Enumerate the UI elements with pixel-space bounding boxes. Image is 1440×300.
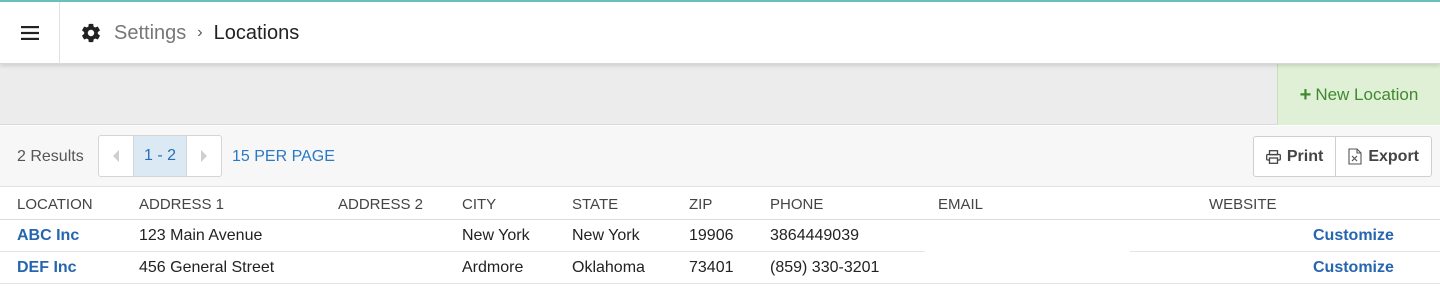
locations-table: LOCATION ADDRESS 1 ADDRESS 2 CITY STATE … [0, 188, 1440, 284]
hamburger-icon [20, 26, 39, 40]
column-header[interactable]: WEBSITE [1209, 188, 1277, 220]
location-name-link[interactable]: DEF Inc [17, 252, 77, 284]
customize-link[interactable]: Customize [1313, 220, 1394, 252]
breadcrumb: Settings › Locations [80, 2, 299, 64]
table-row: DEF Inc 456 General Street Ardmore Oklah… [0, 252, 1440, 284]
pagination: 1 - 2 [98, 135, 222, 177]
column-header[interactable]: STATE [572, 188, 618, 220]
gear-icon [80, 22, 102, 44]
table-header: LOCATION ADDRESS 1 ADDRESS 2 CITY STATE … [0, 188, 1440, 220]
export-button-group: Print Export [1252, 136, 1432, 177]
phone-cell: 3864449039 [770, 227, 859, 244]
city-cell: New York [462, 227, 530, 244]
address1-cell: 456 General Street [139, 259, 275, 276]
excel-file-icon [1348, 148, 1362, 165]
breadcrumb-settings[interactable]: Settings [114, 22, 186, 45]
column-header[interactable]: ZIP [689, 188, 712, 220]
customize-link[interactable]: Customize [1313, 252, 1394, 284]
column-header[interactable]: EMAIL [938, 188, 983, 220]
prev-page-button[interactable] [99, 136, 133, 176]
state-cell: New York [572, 227, 640, 244]
export-label: Export [1368, 147, 1419, 165]
zip-cell: 19906 [689, 227, 734, 244]
caret-left-icon [113, 150, 119, 162]
action-bar: + New Location [0, 64, 1440, 125]
column-header[interactable]: PHONE [770, 188, 823, 220]
column-header[interactable]: ADDRESS 2 [338, 188, 423, 220]
breadcrumb-separator: › [197, 24, 203, 41]
page-header: Settings › Locations [0, 2, 1440, 64]
row-divider [0, 283, 1440, 284]
print-button[interactable]: Print [1254, 137, 1335, 176]
column-header[interactable]: ADDRESS 1 [139, 188, 224, 220]
state-cell: Oklahoma [572, 259, 645, 276]
address1-cell: 123 Main Avenue [139, 227, 263, 244]
printer-icon [1265, 149, 1281, 164]
export-button[interactable]: Export [1335, 137, 1431, 176]
print-label: Print [1286, 147, 1324, 165]
menu-button[interactable] [0, 2, 60, 64]
city-cell: Ardmore [462, 259, 524, 276]
phone-cell: (859) 330-3201 [770, 259, 880, 276]
column-header[interactable]: CITY [462, 188, 496, 220]
per-page-selector[interactable]: 15 PER PAGE [232, 126, 335, 187]
column-header[interactable]: LOCATION [17, 188, 93, 220]
zip-cell: 73401 [689, 259, 734, 276]
new-location-button[interactable]: + New Location [1277, 64, 1440, 125]
list-toolbar: 2 Results 1 - 2 15 PER PAGE Print Export [0, 126, 1440, 187]
table-row: ABC Inc 123 Main Avenue New York New Yor… [0, 220, 1440, 252]
new-location-label: New Location [1315, 84, 1419, 104]
results-count: 2 Results [17, 147, 84, 165]
caret-right-icon [201, 150, 207, 162]
plus-icon: + [1299, 83, 1312, 106]
next-page-button[interactable] [187, 136, 221, 176]
page-range[interactable]: 1 - 2 [133, 136, 187, 176]
location-name-link[interactable]: ABC Inc [17, 220, 79, 252]
page-title: Locations [213, 21, 300, 44]
